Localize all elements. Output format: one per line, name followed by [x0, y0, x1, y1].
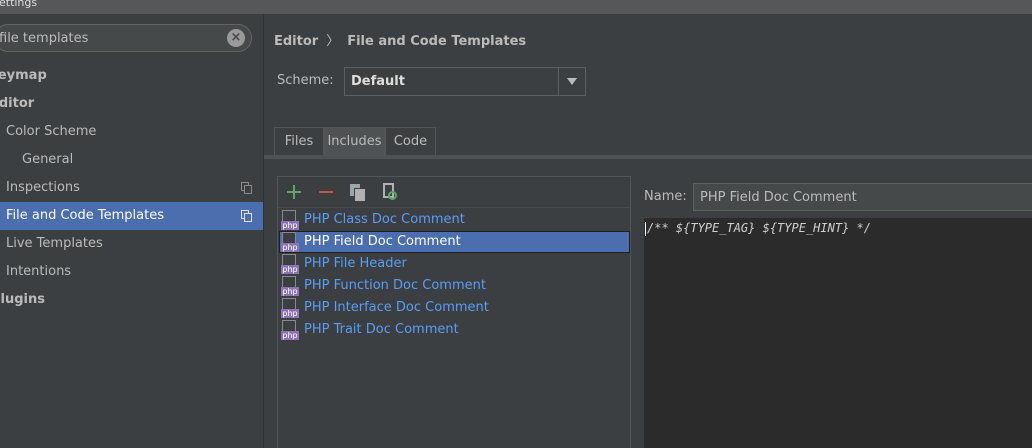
breadcrumb-current: File and Code Templates: [347, 34, 527, 49]
scheme-value: Default: [351, 74, 405, 89]
php-file-icon: php: [281, 298, 299, 318]
list-item-label: PHP Function Doc Comment: [304, 278, 486, 293]
remove-icon[interactable]: [314, 180, 338, 204]
tab-files[interactable]: Files: [274, 127, 324, 155]
sidebar-item-label: Inspections: [6, 180, 80, 195]
list-item-label: PHP Class Doc Comment: [304, 212, 465, 227]
name-label: Name:: [644, 189, 687, 204]
php-file-icon: php: [281, 210, 299, 230]
list-item-label: PHP Field Doc Comment: [304, 234, 461, 249]
settings-sidebar: × Keymap Editor Color Scheme General Ins…: [0, 14, 263, 448]
php-file-icon: php: [281, 232, 299, 252]
scheme-label: Scheme:: [277, 73, 334, 88]
sidebar-item-label: Editor: [0, 96, 35, 111]
clear-icon[interactable]: ×: [227, 29, 245, 47]
sidebar-item-label: Keymap: [0, 68, 47, 83]
php-file-icon: php: [281, 276, 299, 296]
breadcrumb-parent[interactable]: Editor: [274, 34, 318, 49]
list-item[interactable]: php PHP Interface Doc Comment: [279, 297, 630, 319]
list-item[interactable]: php PHP Class Doc Comment: [279, 209, 630, 231]
breadcrumb: Editor 〉 File and Code Templates: [274, 30, 526, 49]
search-input[interactable]: [0, 25, 215, 51]
list-item-label: PHP Trait Doc Comment: [304, 322, 459, 337]
sidebar-item-file-and-code-templates[interactable]: File and Code Templates: [0, 202, 263, 230]
project-scope-icon: [241, 182, 252, 194]
scheme-dropdown[interactable]: Default: [344, 67, 586, 96]
tab-includes[interactable]: Includes: [324, 127, 385, 155]
search-box: ×: [0, 24, 252, 52]
php-file-icon: php: [281, 320, 299, 340]
sidebar-item-inspections[interactable]: Inspections: [0, 175, 263, 201]
project-scope-icon: [241, 210, 252, 222]
list-item-label: PHP Interface Doc Comment: [304, 300, 489, 315]
list-item[interactable]: php PHP Field Doc Comment: [279, 231, 630, 253]
template-code-editor[interactable]: /** ${TYPE_TAG} ${TYPE_HINT} */: [644, 218, 1032, 448]
text-caret: [645, 222, 646, 236]
list-item[interactable]: php PHP File Header: [279, 253, 630, 275]
sidebar-item-color-scheme[interactable]: Color Scheme: [0, 119, 263, 145]
copy-icon[interactable]: [346, 180, 370, 204]
list-item[interactable]: php PHP Trait Doc Comment: [279, 319, 630, 341]
php-file-icon: php: [281, 254, 299, 274]
sidebar-item-editor[interactable]: Editor: [0, 91, 253, 117]
add-icon[interactable]: [282, 180, 306, 204]
sidebar-item-label: Plugins: [0, 292, 45, 307]
sidebar-item-live-templates[interactable]: Live Templates: [0, 231, 263, 257]
sidebar-item-label: Color Scheme: [6, 124, 97, 139]
sidebar-item-label: General: [22, 152, 74, 167]
list-toolbar: [278, 177, 630, 208]
window-title: Settings: [0, 0, 38, 9]
sidebar-item-label: File and Code Templates: [6, 208, 164, 223]
sidebar-item-intentions[interactable]: Intentions: [0, 259, 263, 285]
list-item[interactable]: php PHP Function Doc Comment: [279, 275, 630, 297]
template-name-field[interactable]: [693, 183, 1032, 211]
sidebar-item-label: Live Templates: [6, 236, 103, 251]
template-list-panel: php PHP Class Doc Comment php PHP Field …: [277, 176, 631, 448]
tab-code[interactable]: Code: [385, 127, 436, 155]
reset-icon[interactable]: [377, 180, 401, 204]
breadcrumb-separator-icon: 〉: [326, 34, 340, 49]
sidebar-item-plugins[interactable]: Plugins: [0, 287, 254, 313]
dropdown-arrow-icon[interactable]: [558, 68, 585, 95]
title-bar: Settings: [0, 0, 1032, 14]
sidebar-item-label: Intentions: [6, 264, 72, 279]
sidebar-item-keymap[interactable]: Keymap: [0, 63, 251, 89]
sidebar-item-general[interactable]: General: [0, 147, 263, 173]
template-code: /** ${TYPE_TAG} ${TYPE_HINT} */: [647, 221, 871, 235]
list-item-label: PHP File Header: [304, 256, 407, 271]
